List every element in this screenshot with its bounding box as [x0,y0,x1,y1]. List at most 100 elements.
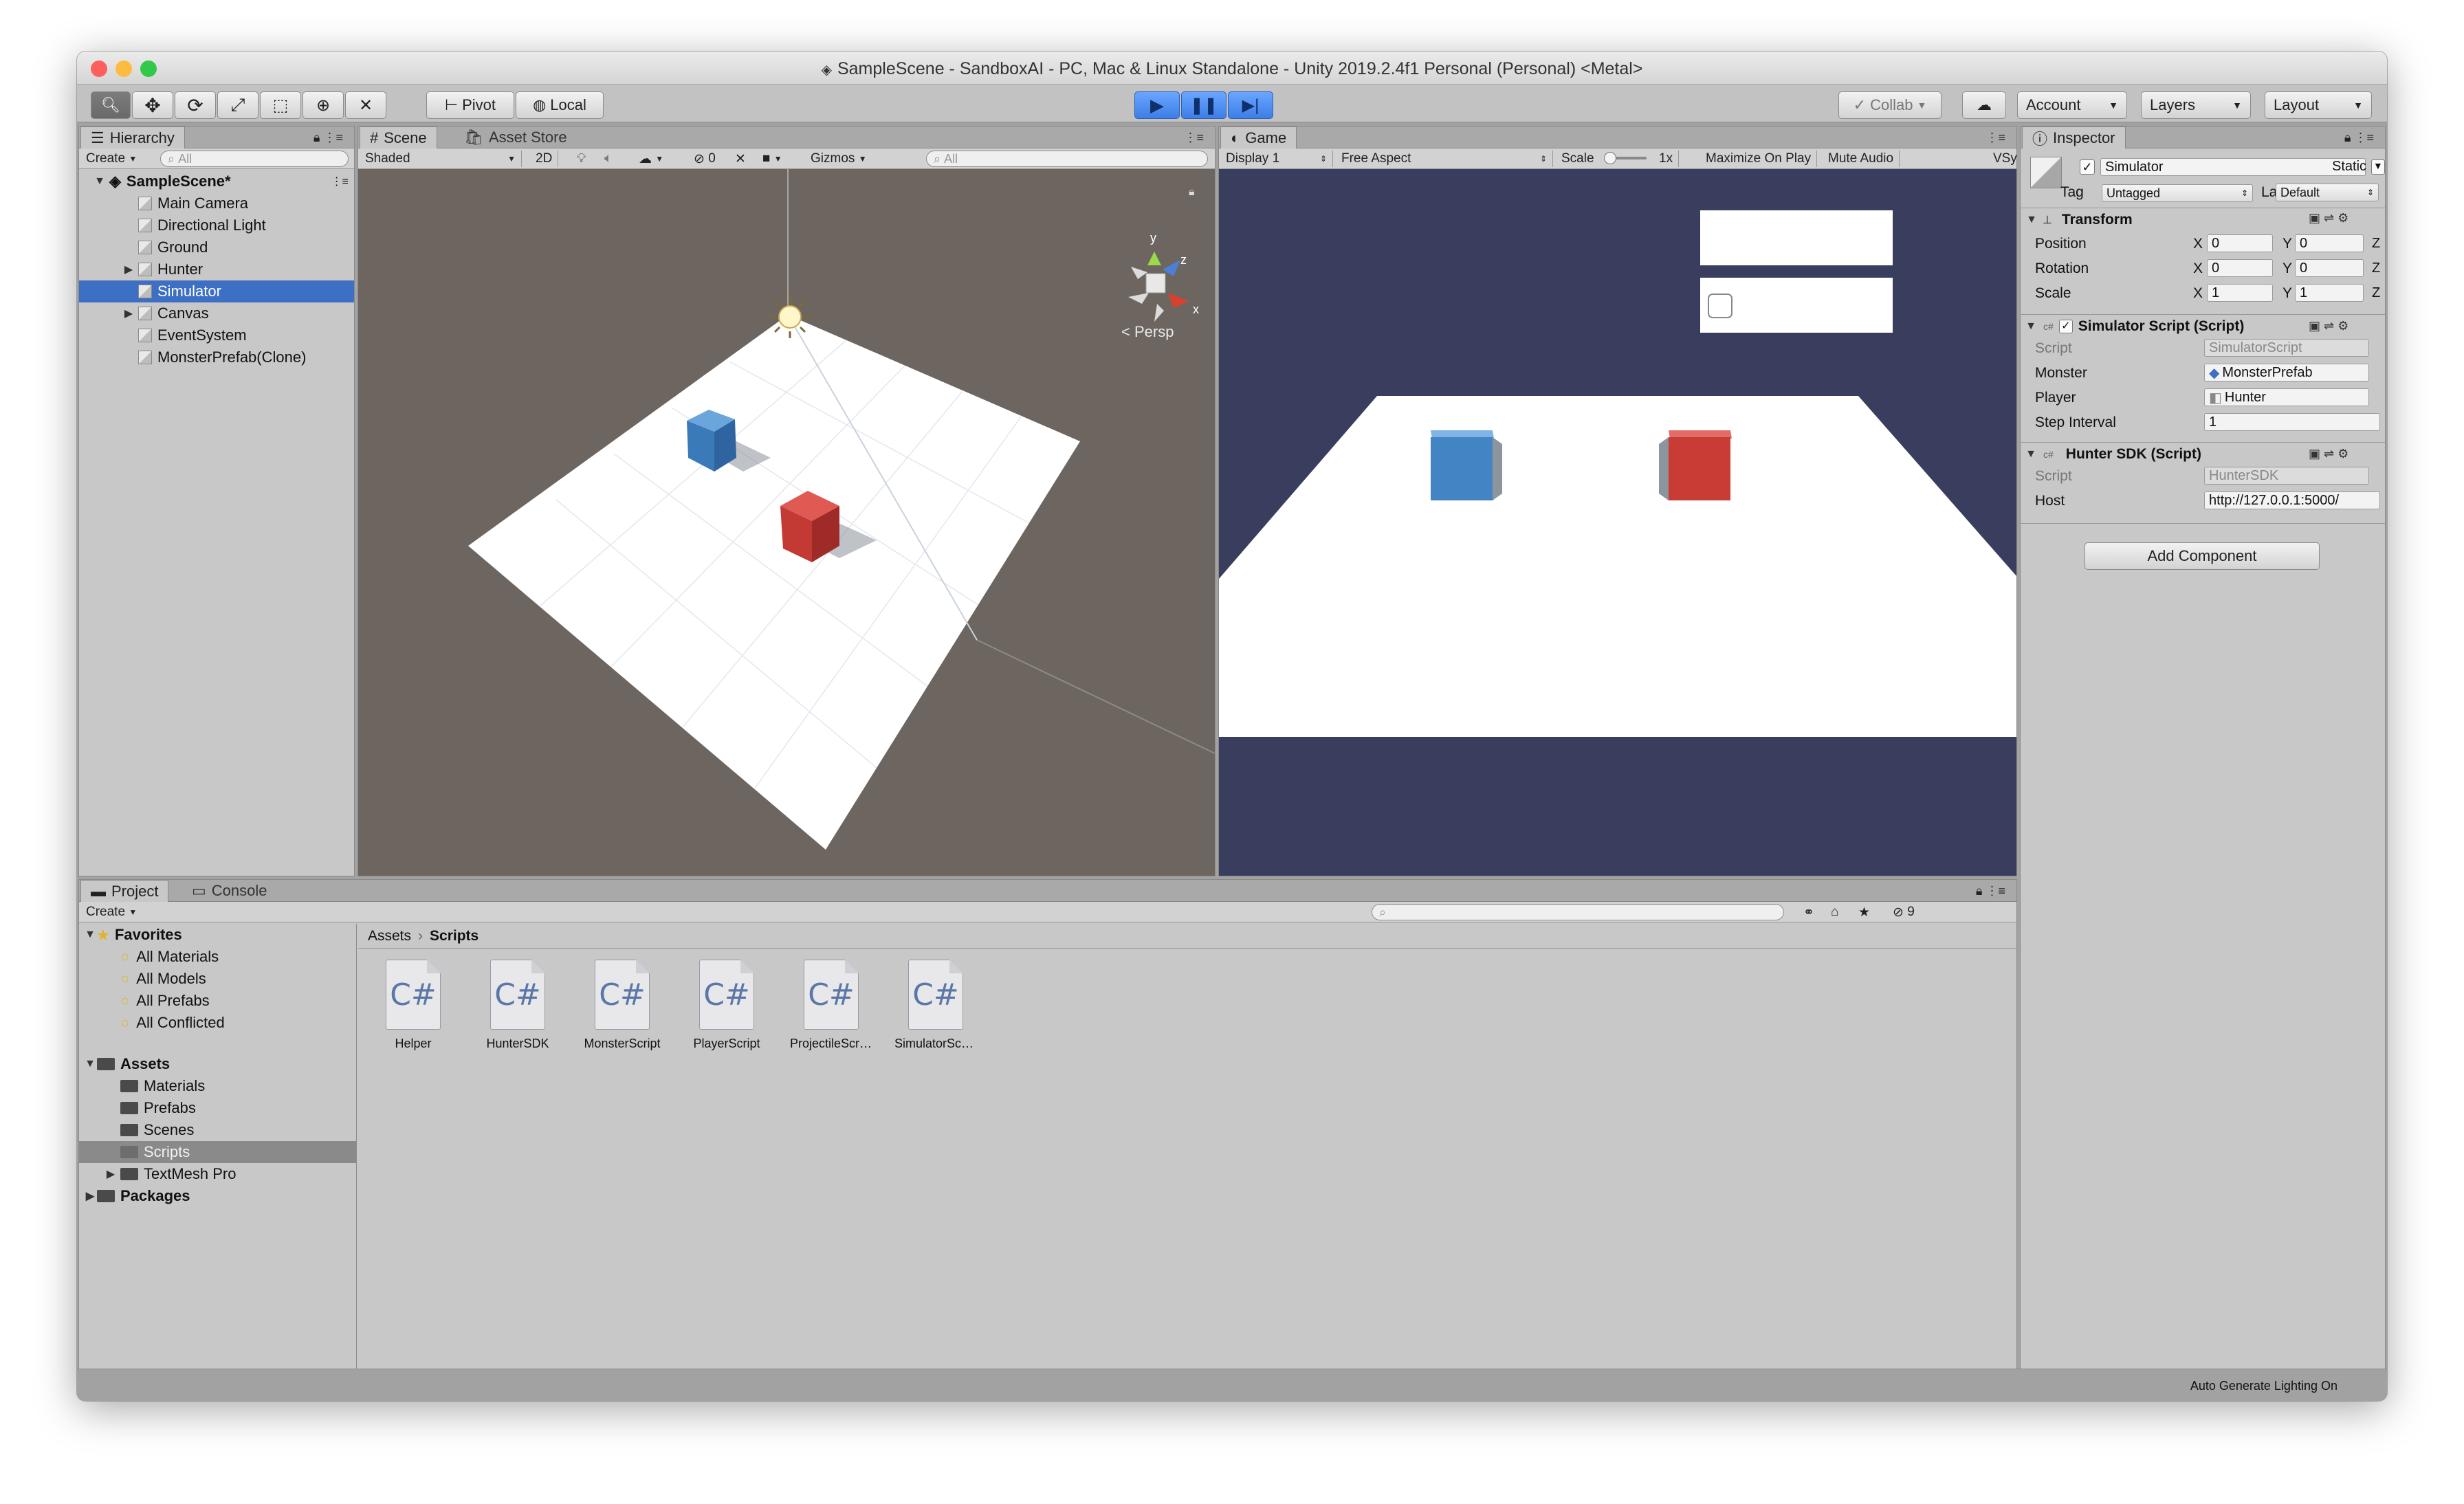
list-item[interactable]: ○ All Models [79,968,356,990]
tab-console[interactable]: ▭ Console [182,880,277,902]
list-item[interactable]: Ground [79,236,354,258]
step-button[interactable]: ▶| [1228,91,1273,119]
collapsed-arrow-icon[interactable]: ▶ [83,1189,97,1203]
game-viewport[interactable] [1219,169,2016,876]
rotate-tool-button[interactable]: ⟳ [175,91,216,119]
breadcrumb-assets[interactable]: Assets [368,928,411,944]
favorite-button[interactable]: ★ [1853,904,1876,920]
hand-tool-button[interactable]: 🔍︎ [91,91,131,119]
list-item[interactable]: EventSystem [79,324,354,346]
create-dropdown[interactable]: Create ▼ [80,151,142,167]
list-item[interactable]: ○ All Prefabs [79,990,356,1012]
aspect-dropdown[interactable]: Free Aspect ⇕ [1336,151,1553,167]
filter-label-button[interactable]: ⌂ [1825,904,1844,920]
move-tool-button[interactable]: ✥ [132,91,173,119]
host-field[interactable]: http://127.0.0.1:5000/ [2204,491,2380,509]
directional-light-icon[interactable] [769,296,811,338]
scale-slider[interactable] [1604,152,1647,164]
panel-menu-icon[interactable]: 🔒︎ ⋮≡ [1966,880,2015,902]
breadcrumb-scripts[interactable]: Scripts [430,928,478,944]
shading-mode-dropdown[interactable]: Shaded ▼ [360,151,522,167]
tab-game[interactable]: ◐ Game [1220,126,1297,148]
collapsed-arrow-icon[interactable]: ▶ [104,1167,118,1181]
pause-button[interactable]: ❚❚ [1181,91,1226,119]
favorites-row[interactable]: ▼ ★ Favorites [79,924,356,946]
monster-field[interactable]: ◆ MonsterPrefab [2204,364,2369,381]
simulator-script-header[interactable]: ▼ c# ✓ Simulator Script (Script) ▣ ⇌ ⚙︎ [2020,314,2386,338]
custom-tool-button[interactable]: ✕ [345,91,386,119]
component-header-icons[interactable]: ▣ ⇌ ⚙︎ [2309,447,2348,461]
component-header-icons[interactable]: ▣ ⇌ ⚙︎ [2309,319,2348,333]
hierarchy-search-input[interactable]: ⌕ All [160,151,349,167]
packages-row[interactable]: ▶ Packages [79,1185,356,1207]
camera-dropdown[interactable]: ■ ▼ [757,151,788,167]
collab-button[interactable]: ✓ Collab ▼ [1838,91,1942,119]
hunter-sdk-header[interactable]: ▼ c# Hunter SDK (Script) ▣ ⇌ ⚙︎ [2020,442,2386,465]
scale-slider-thumb[interactable] [1604,152,1616,164]
scene-root-row[interactable]: ▼ ◈ SampleScene* ⋮≡ [79,170,354,192]
list-item-selected[interactable]: Scripts [79,1141,356,1163]
2d-toggle[interactable]: 2D [530,151,559,167]
tab-hierarchy[interactable]: ☰ Hierarchy [80,126,185,148]
tab-scene[interactable]: # Scene [360,126,437,148]
pivot-toggle[interactable]: ⊢ Pivot [426,91,514,119]
vsync-toggle[interactable]: VSy [1988,151,2023,167]
scene-orientation-gizmo[interactable]: y z x 🔒︎ [1128,186,1199,322]
chevron-down-icon[interactable]: ▼ [2373,160,2383,171]
maximize-on-play-toggle[interactable]: Maximize On Play [1700,151,1818,167]
panel-menu-icon[interactable]: ⋮≡ [1174,126,1213,148]
file-item[interactable]: C# Helper [372,960,454,1051]
persp-label[interactable]: < Persp [1121,323,1174,340]
panel-menu-icon[interactable]: 🔒︎ ⋮≡ [304,126,353,148]
file-item[interactable]: C# PlayerScript [685,960,768,1051]
cloud-button[interactable]: ☁ [1962,91,2006,119]
collapsed-arrow-icon[interactable]: ▶ [122,263,135,276]
lighting-toggle[interactable]: 💡︎ [571,151,591,167]
transform-tool-button[interactable]: ⊕ [302,91,344,119]
list-item[interactable]: Main Camera [79,192,354,214]
audio-toggle[interactable]: 🔈︎ [599,151,617,167]
component-enabled-checkbox[interactable]: ✓ [2058,319,2073,333]
add-component-button[interactable]: Add Component [2084,542,2320,570]
player-field[interactable]: ◧ Hunter [2204,388,2369,406]
ground-plane[interactable] [468,315,1080,850]
rect-tool-button[interactable]: ⬚ [260,91,301,119]
effects-dropdown[interactable]: ☁ ▼ [633,151,669,167]
list-item[interactable]: Prefabs [79,1097,356,1119]
list-item-selected[interactable]: Simulator [79,280,354,302]
file-item[interactable]: C# SimulatorScri... [894,960,977,1051]
gizmos-dropdown[interactable]: Gizmos ▼ [805,151,872,167]
tools-toggle[interactable]: ✕ [729,151,751,167]
play-button[interactable]: ▶ [1134,91,1180,119]
list-item[interactable]: Materials [79,1075,356,1097]
local-toggle[interactable]: ◍ Local [516,91,604,119]
file-item[interactable]: C# ProjectileScri... [790,960,872,1051]
layers-dropdown[interactable]: Layers ▼ [2141,91,2251,119]
layout-dropdown[interactable]: Layout ▼ [2265,91,2372,119]
assets-row[interactable]: ▼ Assets [79,1053,356,1075]
list-item[interactable]: ▶ TextMesh Pro [79,1163,356,1185]
list-item[interactable]: Directional Light [79,214,354,236]
tab-asset-store[interactable]: 🛍︎ Asset Store [454,126,577,148]
mute-audio-toggle[interactable]: Mute Audio [1823,151,1900,167]
list-item[interactable]: MonsterPrefab(Clone) [79,346,354,368]
scene-search-input[interactable]: ⌕ All [926,151,1208,167]
create-dropdown[interactable]: Create ▼ [80,904,142,920]
account-dropdown[interactable]: Account ▼ [2017,91,2127,119]
list-item[interactable]: Scenes [79,1119,356,1141]
display-dropdown[interactable]: Display 1 ⇕ [1220,151,1333,167]
hidden-objects-toggle[interactable]: ⊘ 0 [688,151,721,167]
file-item[interactable]: C# MonsterScript [581,960,663,1051]
panel-menu-icon[interactable]: ⋮≡ [1976,126,2015,148]
scene-viewport[interactable]: y z x 🔒︎ < Persp [358,169,1215,876]
hidden-packages-toggle[interactable]: ⊘ 9 [1887,904,1920,920]
list-item[interactable]: ▶ Canvas [79,302,354,324]
project-search-input[interactable]: ⌕ [1372,904,1784,920]
scene-menu-icon[interactable]: ⋮≡ [331,175,349,188]
ui-toggle-checkbox[interactable] [1708,294,1732,318]
tab-project[interactable]: ▬ Project [80,880,169,902]
collapsed-arrow-icon[interactable]: ▶ [122,307,135,320]
step-interval-field[interactable]: 1 [2204,413,2380,431]
filter-type-button[interactable]: ⚭ [1798,904,1820,920]
scale-tool-button[interactable]: ⤢ [217,91,258,119]
